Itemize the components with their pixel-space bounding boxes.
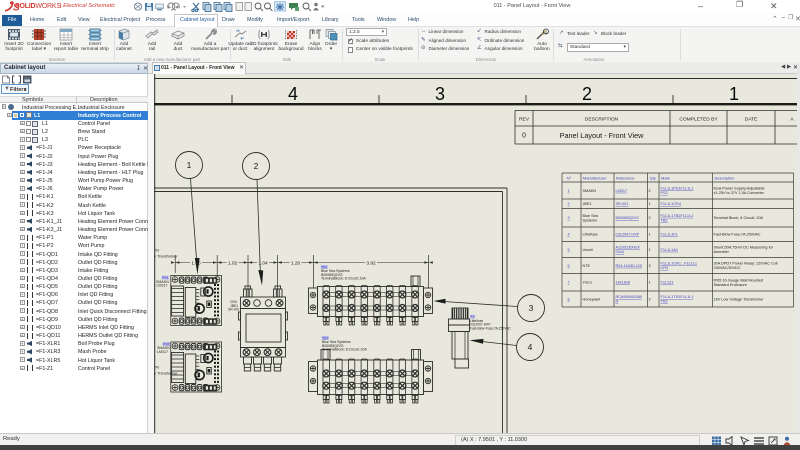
svg-text:N: N [616, 300, 619, 304]
svg-text:Blue Sea: Blue Sea [583, 214, 599, 218]
svg-text:COMPLETED BY: COMPLETED BY [679, 117, 718, 123]
svg-text:30A DPDT Power Relay; 120VAC C: 30A DPDT Power Relay; 120VAC Coil [714, 262, 778, 266]
svg-text:Qty: Qty [650, 176, 656, 181]
svg-text:1: 1 [187, 160, 192, 170]
svg-text:IP65 16 Gauge Wall Mounted: IP65 16 Gauge Wall Mounted [714, 278, 764, 282]
svg-text:SR-001: SR-001 [616, 202, 629, 206]
svg-text:4: 4 [568, 233, 570, 237]
svg-text:2: 2 [582, 84, 592, 104]
svg-text:Manufacturer: Manufacturer [583, 176, 607, 181]
svg-text:PS2: PS2 [661, 191, 668, 195]
svg-text:Mark: Mark [661, 176, 670, 181]
svg-text:Fast-Blow Fuse;7A;250VAC: Fast-Blow Fuse;7A;250VAC [714, 233, 761, 237]
svg-text:Littelfuse: Littelfuse [583, 233, 598, 237]
svg-text:1: 1 [568, 189, 570, 193]
svg-text:e Transformer: e Transformer [154, 254, 178, 258]
svg-text:B00085Q2VS: B00085Q2VS [616, 216, 640, 220]
svg-text:Description: Description [715, 176, 735, 181]
svg-text:4: 4 [528, 342, 533, 352]
svg-text:Reference: Reference [616, 176, 635, 181]
svg-text:4: 4 [288, 84, 298, 104]
svg-text:TerminalBlock; 8 Circuit; 20A: TerminalBlock; 8 Circuit; 20A [321, 277, 366, 281]
svg-text:N°: N° [567, 176, 572, 181]
svg-text:LM317: LM317 [157, 284, 168, 288]
svg-text:18x16x8: 18x16x8 [616, 281, 630, 285]
svg-text:A11051300UX: A11051300UX [616, 246, 641, 250]
svg-text:TR2: TR2 [661, 300, 668, 304]
svg-text:3.92: 3.92 [366, 261, 376, 267]
svg-text:NTE: NTE [583, 264, 591, 268]
svg-text:TB2: TB2 [661, 218, 668, 222]
svg-text:LM317: LM317 [616, 189, 628, 193]
svg-text:R04-11A30-120: R04-11A30-120 [616, 264, 643, 268]
svg-text:YuCo: YuCo [583, 281, 592, 285]
svg-text:Panel Layout - Front View: Panel Layout - Front View [560, 131, 645, 140]
svg-text:1: 1 [649, 248, 651, 252]
svg-text:F1L1L1PS1F1L1L1: F1L1L1PS1F1L1L1 [661, 187, 694, 191]
svg-text:3: 3 [529, 303, 534, 313]
svg-text:1: 1 [649, 233, 651, 237]
svg-text:Honeywell: Honeywell [583, 297, 601, 301]
svg-text:3: 3 [435, 84, 445, 104]
svg-text:F1L1L1CR4: F1L1L1CR4 [661, 202, 681, 206]
svg-text:Terminal Block; 8 Circuit; 20A: Terminal Block; 8 Circuit; 20A [714, 216, 764, 220]
svg-text:0312007.HXP: 0312007.HXP [616, 233, 640, 237]
svg-text:SMAKN: SMAKN [583, 189, 597, 193]
svg-text:2: 2 [568, 202, 570, 206]
svg-text:1: 1 [649, 281, 651, 285]
svg-text:CR3: CR3 [661, 266, 669, 270]
svg-text:SR-001: SR-001 [228, 308, 240, 312]
svg-text:2: 2 [649, 189, 651, 193]
svg-text:LM317: LM317 [157, 350, 168, 354]
svg-text:6: 6 [568, 264, 570, 268]
svg-text:1.20: 1.20 [291, 261, 301, 267]
svg-text:Dual Power Supply;Adjustable: Dual Power Supply;Adjustable [714, 187, 765, 191]
svg-text:F1L1L1F1: F1L1L1F1 [661, 233, 678, 237]
svg-text:7: 7 [568, 281, 570, 285]
svg-text:5: 5 [568, 248, 570, 252]
svg-text:F1L1L1TB1F1L1L1: F1L1L1TB1F1L1L1 [661, 214, 694, 218]
svg-text:Fast-Blow Fuse;7A;250VAC: Fast-Blow Fuse;7A;250VAC [470, 326, 511, 330]
svg-text:8: 8 [568, 297, 570, 301]
svg-text:1: 1 [729, 84, 739, 104]
svg-text:3: 3 [568, 216, 570, 220]
svg-text:0: 0 [522, 133, 526, 140]
svg-text:Systems: Systems [583, 218, 598, 222]
svg-text:Standard Enclosure: Standard Enclosure [714, 283, 747, 287]
svg-text:3: 3 [649, 264, 651, 268]
svg-text:F1L1L1A1: F1L1L1A1 [661, 248, 679, 252]
svg-text:Ammeter: Ammeter [714, 250, 730, 254]
svg-text:F1L1Z1: F1L1Z1 [661, 281, 674, 285]
svg-text:7N: 7N [154, 366, 159, 370]
svg-text:2: 2 [254, 161, 259, 171]
svg-text:2: 2 [649, 297, 651, 301]
svg-text:F1L1L1TR1F1L1L1: F1L1L1TR1F1L1L1 [661, 295, 694, 299]
svg-text:16V Low Voltage Transformer: 16V Low Voltage Transformer [714, 297, 765, 301]
svg-text:F1L1L1CR1...F1L1L1: F1L1L1CR1...F1L1L1 [661, 262, 698, 266]
svg-text:RCA900N1008/: RCA900N1008/ [616, 295, 644, 299]
svg-text:0044: 0044 [616, 250, 624, 254]
svg-text:2: 2 [649, 216, 651, 220]
svg-text:e Transformer: e Transformer [154, 371, 178, 375]
svg-text:JBE1: JBE1 [583, 202, 592, 206]
svg-text:7N: 7N [154, 249, 159, 253]
svg-text:250VAC/30VDC: 250VAC/30VDC [714, 266, 741, 270]
svg-text:DATE: DATE [745, 117, 758, 123]
svg-text:REV: REV [519, 117, 530, 123]
svg-text:Shunt;50A;75mV DC Measuring fo: Shunt;50A;75mV DC Measuring for [714, 246, 774, 250]
svg-text:TerminalBlock; 8 Circuit; 20A: TerminalBlock; 8 Circuit; 20A [322, 348, 367, 352]
svg-text:1: 1 [649, 202, 651, 206]
svg-text:±1.25V to 37V 1.5A Converter: ±1.25V to 37V 1.5A Converter [714, 191, 765, 195]
svg-text:DESCRIPTION: DESCRIPTION [585, 117, 619, 123]
svg-text:Uxcell: Uxcell [583, 248, 593, 252]
svg-text:1.02: 1.02 [228, 261, 238, 267]
